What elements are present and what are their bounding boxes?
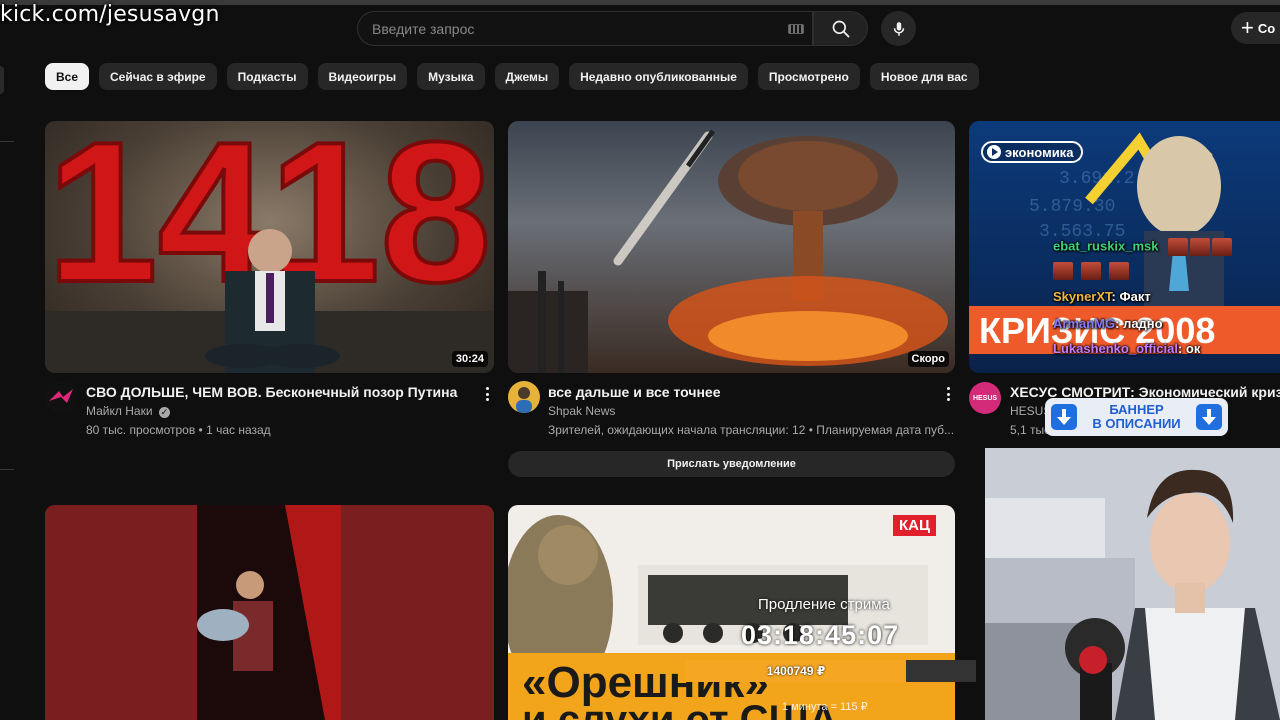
chat-message: ebat_ruskix_msk <box>1053 238 1234 256</box>
chat-username: ArmanMG <box>1053 316 1116 331</box>
timer-value: 03:18:45:07 <box>741 620 900 650</box>
plus-icon: + <box>1241 15 1254 40</box>
chip-podcasts[interactable]: Подкасты <box>226 63 308 90</box>
chips-scroll-left-edge[interactable] <box>0 66 4 94</box>
channel-avatar[interactable]: HESUS <box>969 382 1001 414</box>
video-title[interactable]: все дальше и все точнее <box>548 384 938 400</box>
thumbnail-tag: КАЦ <box>893 515 936 536</box>
stream-extension-timer: Продление стрима 03:18:45:07 1400749 ₽ 1… <box>686 590 976 720</box>
search-button[interactable] <box>813 11 868 46</box>
banner-line: В ОПИСАНИИ <box>1092 416 1181 431</box>
stream-channel-url: kick.com/jesusavgn <box>0 2 220 27</box>
keyboard-icon[interactable] <box>788 24 804 34</box>
search-box[interactable] <box>357 11 813 46</box>
thumbnail-tag-label: экономика <box>1005 144 1074 160</box>
emote-icon <box>1053 262 1073 280</box>
emote-icon <box>1109 262 1129 280</box>
search-icon <box>832 20 849 37</box>
chip-music[interactable]: Музыка <box>417 63 485 90</box>
emote-icon <box>1081 262 1101 280</box>
webcam-image <box>985 448 1280 720</box>
upcoming-badge: Скоро <box>907 351 949 367</box>
chip-live[interactable]: Сейчас в эфире <box>99 63 217 90</box>
chat-text: : ок <box>1177 341 1201 356</box>
video-thumbnail[interactable]: Скоро <box>508 121 955 373</box>
timer-label: Продление стрима <box>758 596 890 613</box>
video-thumbnail[interactable] <box>45 505 494 720</box>
chat-text: : Факт <box>1111 289 1151 304</box>
notify-me-button[interactable]: Прислать уведомление <box>508 451 955 477</box>
chip-all[interactable]: Все <box>45 63 90 90</box>
donation-amount: 1400749 ₽ <box>766 664 826 678</box>
thumbnail-art <box>508 129 948 373</box>
avatar-person-icon <box>516 387 532 413</box>
channel-avatar[interactable] <box>45 381 77 413</box>
chat-emote-row <box>1053 262 1131 280</box>
video-meta: 80 тыс. просмотров • 1 час назад <box>86 423 271 437</box>
sidebar-divider <box>0 141 14 142</box>
thumbnail-art <box>45 505 494 720</box>
filter-chips-bar: Все Сейчас в эфире Подкасты Видеоигры Му… <box>45 63 979 90</box>
thumbnail-tag: экономика <box>981 141 1084 163</box>
arrow-down-icon <box>1195 404 1222 430</box>
search-input[interactable] <box>372 20 772 37</box>
arrow-down-icon <box>1051 404 1077 430</box>
channel-logo-icon <box>49 389 73 403</box>
chat-message: Lukashenko_official: ок <box>1053 341 1200 356</box>
verified-icon: ✓ <box>158 407 170 418</box>
chat-message: ArmanMG: ладно <box>1053 316 1163 331</box>
microphone-icon <box>893 21 904 36</box>
emote-icon <box>1190 238 1211 256</box>
play-circle-icon <box>987 145 1001 159</box>
video-meta: Зрителей, ожидающих начала трансляции: 1… <box>548 423 953 437</box>
chip-watched[interactable]: Просмотрено <box>757 63 860 90</box>
chip-jams[interactable]: Джемы <box>494 63 560 90</box>
create-button[interactable]: + Co <box>1231 12 1280 44</box>
emote-icon <box>1168 238 1189 256</box>
channel-name[interactable]: Майкл Наки <box>86 404 153 418</box>
streamer-webcam <box>985 448 1280 720</box>
chat-message: SkynerXT: Факт <box>1053 289 1151 304</box>
svg-text:5.879.30: 5.879.30 <box>1029 197 1115 217</box>
chat-username: SkynerXT <box>1053 289 1112 304</box>
channel-name[interactable]: Shpak News <box>548 404 615 418</box>
more-actions-icon[interactable] <box>481 385 493 403</box>
voice-search-button[interactable] <box>881 11 916 46</box>
chat-text: : ладно <box>1115 316 1163 331</box>
chat-username: Lukashenko_official <box>1053 341 1178 356</box>
chip-gaming[interactable]: Видеоигры <box>317 63 408 90</box>
thumbnail-art: 1418 <box>45 121 494 373</box>
create-button-label: Co <box>1257 20 1276 36</box>
banner-in-description: БАННЕР В ОПИСАНИИ <box>1045 398 1228 436</box>
banner-line: БАННЕР <box>1109 402 1164 417</box>
more-actions-icon[interactable] <box>942 385 954 403</box>
donation-progress-bar: 1400749 ₽ <box>686 660 976 682</box>
emote-icon <box>1212 238 1233 256</box>
chip-new-to-you[interactable]: Новое для вас <box>869 63 979 90</box>
channel-avatar[interactable] <box>508 381 540 413</box>
video-thumbnail[interactable]: 1418 30:24 <box>45 121 494 373</box>
sidebar-divider <box>0 469 14 470</box>
timer-rate: 1 минута = 115 ₽ <box>782 701 868 713</box>
video-title[interactable]: СВО ДОЛЬШЕ, ЧЕМ ВОВ. Бесконечный позор П… <box>86 384 481 400</box>
channel-name-row: Майкл Наки ✓ <box>86 404 170 418</box>
chip-recently-uploaded[interactable]: Недавно опубликованные <box>569 63 748 90</box>
duration-badge: 30:24 <box>451 351 488 367</box>
chat-username: ebat_ruskix_msk <box>1053 238 1159 254</box>
